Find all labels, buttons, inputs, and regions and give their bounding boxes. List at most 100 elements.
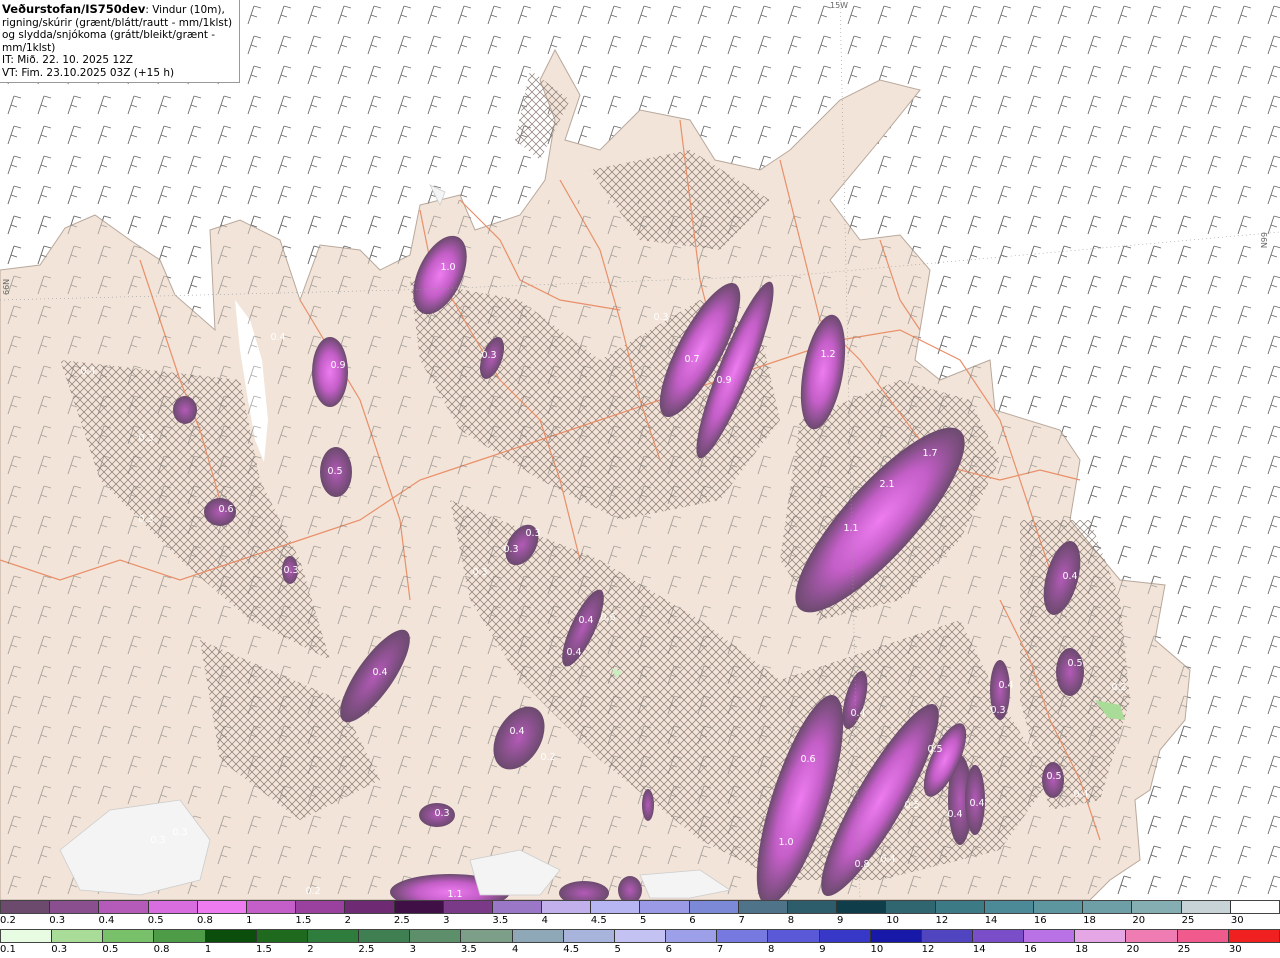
precip-value-label: 0.4	[947, 809, 962, 820]
legend-swatch	[359, 930, 411, 942]
precip-value-label: 0.4	[880, 854, 895, 865]
legend-swatch	[1, 930, 53, 942]
legend-swatch	[307, 930, 360, 942]
precip-value-label: 0.3	[990, 705, 1005, 716]
precip-value-label: 1.2	[820, 349, 835, 360]
legend-label: 6	[665, 944, 673, 955]
legend-label: 2	[344, 915, 352, 926]
info-title: Veðurstofan/IS750dev	[2, 2, 146, 16]
precip-value-label: 1.0	[778, 837, 793, 848]
legend-label: 5	[640, 915, 647, 926]
legend-swatch	[1, 901, 51, 913]
legend-label: 6	[689, 915, 696, 926]
legend-swatch	[563, 930, 615, 942]
grid-label-left: 66N	[2, 278, 11, 295]
legend-label: 25	[1181, 915, 1195, 926]
precip-value-label: 0.4	[998, 680, 1013, 691]
info-box: Veðurstofan/IS750dev: Vindur (10m), rign…	[0, 0, 240, 83]
legend-label: 20	[1132, 915, 1146, 926]
precip-value-label: 0.4	[566, 647, 581, 658]
legend-label: 0.1	[0, 944, 16, 955]
precip-value-label: 0.2	[305, 886, 320, 897]
legend-label: 4.5	[563, 944, 580, 955]
legend-swatch	[103, 930, 155, 942]
legend-snow: 0.2 0.3 0.4 0.5 0.8 1 1.5 2 2.5 3 3.5 4 4.5 5 6 7 8 9 10 12…	[0, 900, 1280, 928]
legend-label: 7	[716, 944, 724, 955]
legend-label: 4.5	[590, 915, 607, 926]
precip-value-label: 0.4	[80, 366, 95, 377]
legend-label: 9	[819, 944, 826, 955]
precip-value-label: 0.4	[509, 726, 524, 737]
legend-swatch	[542, 901, 592, 913]
legend-label: 0.3	[51, 944, 68, 955]
legend-swatch	[768, 930, 820, 942]
legend-swatch	[640, 901, 690, 913]
precip-value-label: 1.7	[922, 448, 937, 459]
legend-swatch	[296, 901, 346, 913]
legend-label: 18	[1083, 915, 1096, 926]
legend-label: 2.5	[358, 944, 375, 955]
precip-value-label: 0.4	[1062, 571, 1077, 582]
weather-map: 1.0 0.9 0.3 0.5 0.4 0.4 0.3 0.6 0.3 0.3 0.3 0.3 0.7 0…	[0, 0, 1280, 900]
precip-value-label: 0.7	[684, 354, 699, 365]
legend-swatch	[52, 930, 104, 942]
precip-value-label: 1.0	[440, 262, 455, 273]
legend-swatch	[1024, 930, 1076, 942]
precip-value-label: 0.4	[372, 667, 387, 678]
info-issue-time: IT: Mið. 22. 10. 2025 12Z	[2, 54, 133, 67]
legend-swatch	[717, 930, 769, 942]
legend-swatch	[492, 901, 543, 913]
precip-value-label: 0.3	[138, 514, 153, 525]
legend-swatch	[246, 901, 297, 913]
precip-value-label: 0.5	[904, 800, 919, 811]
legend-swatch	[1181, 901, 1231, 913]
legend-swatch	[1033, 901, 1084, 913]
precip-value-label: 0.4	[1073, 789, 1088, 800]
precip-value-label: 0.3	[472, 567, 487, 578]
legend-label: 10	[886, 915, 899, 926]
precip-value-label: 0.5	[927, 744, 942, 755]
legend-label: 10	[870, 944, 884, 955]
legend-label: 25	[1177, 944, 1191, 955]
legend-label: 0.5	[102, 944, 119, 955]
legend-swatch	[1126, 930, 1178, 942]
legend-label: 2.5	[393, 915, 410, 926]
legend-swatch	[410, 930, 462, 942]
precip-value-label: 0.3	[150, 835, 165, 846]
precip-value-label: 0.4	[969, 798, 984, 809]
legend-swatch	[197, 901, 247, 913]
precip-value-label: 0.6	[600, 612, 615, 623]
legend-label: 9	[836, 915, 844, 926]
legend-label: 0.2	[0, 915, 16, 926]
legend-swatch	[972, 930, 1025, 942]
legend-swatch	[614, 930, 667, 942]
precip-value-label: 0.5	[327, 466, 342, 477]
precip-value-label: 0.3	[653, 312, 668, 323]
legend-snow-labels: 0.2 0.3 0.4 0.5 0.8 1 1.5 2 2.5 3 3.5 4 4.5 5 6 7 8 9 10 12…	[0, 914, 1280, 928]
precip-value-label: 0.6	[218, 504, 233, 515]
precip-value-label: 0.3	[481, 350, 496, 361]
legend-label: 0.8	[196, 915, 213, 926]
info-valid-time: VT: Fim. 23.10.2025 03Z (+15 h)	[2, 66, 175, 79]
precip-value-label: 0.3	[138, 433, 153, 444]
legend-label: 20	[1126, 944, 1140, 955]
legend-swatch	[1230, 901, 1279, 913]
legend-label: 8	[787, 915, 795, 926]
legend-rain-bar	[0, 929, 1280, 943]
legend-swatch	[50, 901, 100, 913]
legend-label: 3.5	[492, 915, 509, 926]
legend-label: 0.5	[147, 915, 164, 926]
legend-label: 18	[1075, 944, 1088, 955]
legend-swatch	[837, 901, 887, 913]
legend-label: 1.5	[295, 915, 312, 926]
legend-label: 3	[443, 915, 450, 926]
legend-label: 1	[246, 915, 253, 926]
precip-value-label: 0.3	[525, 528, 540, 539]
precip-value-label: 0.9	[716, 375, 731, 386]
legend-swatch	[154, 930, 206, 942]
legend-label: 1	[204, 944, 212, 955]
legend-label: 4	[512, 944, 519, 955]
legend-label: 0.3	[49, 915, 66, 926]
precip-value-label: 0.5	[1067, 658, 1082, 669]
legend-swatch	[886, 901, 936, 913]
